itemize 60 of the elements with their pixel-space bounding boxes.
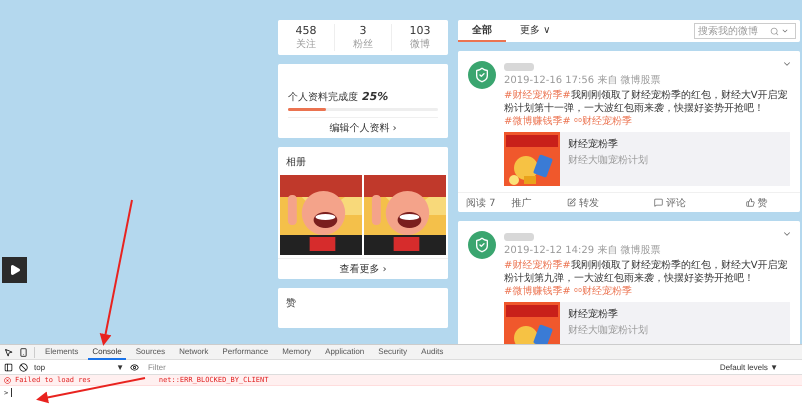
devtools-tab[interactable]: Network xyxy=(175,344,212,360)
likes-title: 赞 xyxy=(285,297,297,311)
devtools-tab[interactable]: Sources xyxy=(132,344,170,360)
devtools-tab[interactable]: Memory xyxy=(278,344,316,360)
caret-icon[interactable] xyxy=(781,27,789,35)
link-card-subtitle: 财经大咖宠粉计划 xyxy=(568,154,648,167)
stat-label: 微博 xyxy=(410,38,430,51)
link-card[interactable]: 财经宠粉季 财经大咖宠粉计划 xyxy=(504,302,790,344)
post-time: 2019-12-16 17:56 来自 微博股票 xyxy=(504,74,662,87)
play-icon xyxy=(8,264,20,276)
album-title: 相册 xyxy=(285,156,307,170)
redacted-name xyxy=(504,233,534,241)
completion-reading: 25% xyxy=(362,90,388,103)
link-card[interactable]: 财经宠粉季 财经大咖宠粉计划 xyxy=(504,132,790,186)
post-action[interactable]: 推广 xyxy=(504,196,540,210)
levels-dropdown[interactable]: Default levels ▼ xyxy=(720,362,798,372)
device-icon[interactable] xyxy=(19,348,28,356)
stat-label: 粉丝 xyxy=(353,38,373,51)
stat-value[interactable]: 103 xyxy=(410,24,430,37)
devtools-tab[interactable]: Application xyxy=(321,344,368,360)
devtools-tab[interactable]: Elements xyxy=(41,344,82,360)
edit-icon xyxy=(566,198,576,207)
comment-icon xyxy=(654,198,663,207)
post-text: #财经宠粉季#我刚刚领取了财经宠粉季的红包，财经大V开启宠粉计划第九弹，一大波红包雨来袭，快摆好姿势开抢吧！ #微博赚钱季# 财经宠粉季 xyxy=(504,259,789,298)
context-select[interactable]: top ▼ xyxy=(34,362,124,372)
clear-icon[interactable] xyxy=(19,362,28,372)
link-card-title: 财经宠粉季 xyxy=(568,138,619,151)
eye-icon[interactable] xyxy=(130,362,139,372)
inspect-icon[interactable] xyxy=(4,348,13,356)
stat-value[interactable]: 3 xyxy=(360,24,366,37)
post-action[interactable]: 赞 xyxy=(713,196,800,210)
post-text: #财经宠粉季#我刚刚领取了财经宠粉季的红包，财经大V开启宠粉计划第十一弹，一大波红包雨来袭，快摆好姿势开抢吧！ #微博赚钱季# 财经宠粉季 xyxy=(504,89,789,128)
devtools-tab[interactable]: Performance xyxy=(218,344,272,360)
search-field[interactable]: 搜索我的微博 xyxy=(694,23,796,39)
feed-tab[interactable]: 全部 xyxy=(458,20,506,42)
avatar-icon xyxy=(468,61,496,89)
post-time: 2019-12-12 14:29 来自 微博股票 xyxy=(504,244,662,257)
edit-profile-link[interactable]: 编辑个人资料 › xyxy=(329,121,397,135)
see-more-link[interactable]: 查看更多 › xyxy=(339,262,387,276)
stat-value[interactable]: 458 xyxy=(296,24,316,37)
link-icon xyxy=(574,286,582,294)
feed-tab[interactable]: 更多 ∨ xyxy=(506,20,564,42)
post-action[interactable]: 转发 xyxy=(540,196,626,210)
devtools-tab[interactable]: Security xyxy=(374,344,412,360)
avatar-icon xyxy=(468,231,496,259)
text-cursor xyxy=(11,388,12,397)
devtools-tab[interactable]: Audits xyxy=(417,344,448,360)
play-button[interactable] xyxy=(2,257,27,283)
sidebar-icon[interactable] xyxy=(4,362,13,372)
redacted-name xyxy=(504,63,534,71)
link-card-title: 财经宠粉季 xyxy=(568,308,619,321)
link-card-subtitle: 财经大咖宠粉计划 xyxy=(568,324,648,337)
stat-label: 关注 xyxy=(296,38,316,51)
error-icon xyxy=(4,376,11,384)
post-action[interactable]: 阅读 7 xyxy=(458,196,504,210)
post-action[interactable]: 评论 xyxy=(626,196,714,210)
thumbs-up-icon xyxy=(746,198,755,207)
link-icon xyxy=(574,116,582,124)
search-icon[interactable] xyxy=(770,26,779,36)
completion-label: 个人资料完成度 xyxy=(288,90,358,104)
